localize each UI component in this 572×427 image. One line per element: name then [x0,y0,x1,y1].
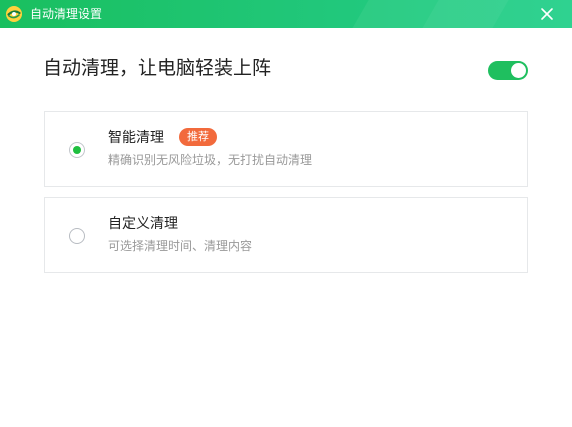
recommend-badge: 推荐 [179,128,217,146]
custom-clean-radio[interactable] [69,228,85,244]
radio-selected-dot [73,146,81,154]
option-smart-clean[interactable]: 智能清理 推荐 精确识别无风险垃圾，无打扰自动清理 [44,111,528,187]
option-custom-clean[interactable]: 自定义清理 可选择清理时间、清理内容 [44,197,528,273]
option-description: 精确识别无风险垃圾，无打扰自动清理 [108,153,313,167]
smart-clean-radio[interactable] [69,142,85,158]
auto-clean-heading: 自动清理，让电脑轻装上阵 [43,57,272,79]
close-icon[interactable] [536,3,558,25]
option-title: 智能清理 [108,130,164,146]
qihoo-360-logo-icon [6,6,22,22]
auto-clean-settings-window: 自动清理设置 自动清理，让电脑轻装上阵 智能清理 推荐 精确识别无风险垃圾，无打… [0,0,572,427]
option-description: 可选择清理时间、清理内容 [108,239,253,253]
toggle-knob [511,63,526,78]
auto-clean-toggle[interactable] [488,61,528,80]
window-title: 自动清理设置 [30,7,103,21]
option-title: 自定义清理 [108,216,178,232]
title-bar[interactable]: 自动清理设置 [0,0,572,28]
